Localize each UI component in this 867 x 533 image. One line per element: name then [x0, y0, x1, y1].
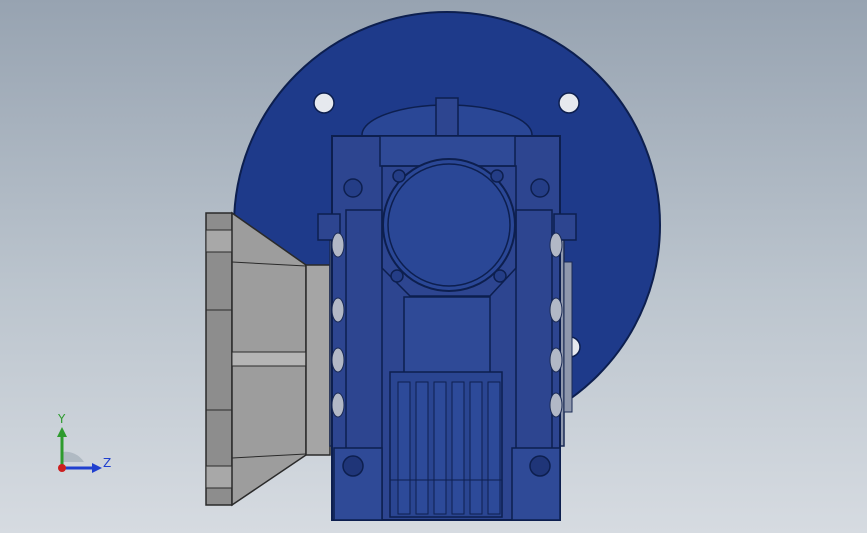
gearbox-model[interactable] — [0, 0, 867, 533]
flange-bolt-hole — [313, 92, 335, 114]
y-axis-label: Y — [58, 412, 66, 426]
z-axis-label: Z — [103, 456, 112, 470]
worm-gear-housing — [317, 135, 577, 521]
flange-bolt-hole — [558, 92, 580, 114]
3d-viewport[interactable]: Y Z — [0, 0, 867, 533]
orientation-triad[interactable]: Y Z — [48, 412, 118, 482]
